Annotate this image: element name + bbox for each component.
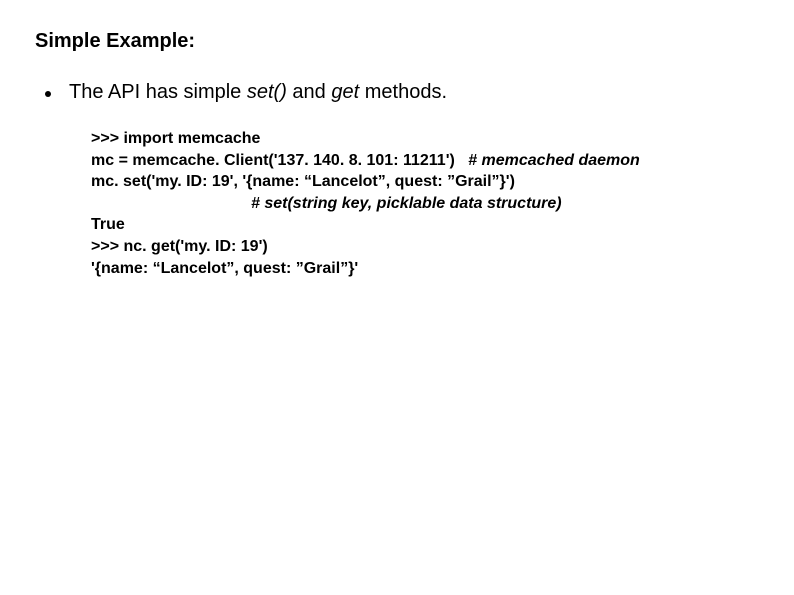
code-line-7: '{name: “Lancelot”, quest: ”Grail”}' <box>91 258 764 280</box>
bullet-text-mid: and <box>287 81 331 103</box>
code-line-5: True <box>91 214 764 236</box>
bullet-text-pre: The API has simple <box>69 81 247 103</box>
code-line-2: mc = memcache. Client('137. 140. 8. 101:… <box>91 150 764 172</box>
bullet-text-post: methods. <box>359 81 447 103</box>
code-line-4: # set(string key, picklable data structu… <box>91 193 764 215</box>
code-line-1: >>> import memcache <box>91 128 764 150</box>
bullet-marker <box>45 91 51 97</box>
slide-heading: Simple Example: <box>35 30 764 53</box>
code-line-2-comment: # memcached daemon <box>468 152 640 169</box>
code-line-2a: mc = memcache. Client('137. 140. 8. 101:… <box>91 152 468 169</box>
code-block: >>> import memcache mc = memcache. Clien… <box>91 128 764 279</box>
bullet-text-em1: set() <box>247 81 287 103</box>
code-line-3: mc. set('my. ID: 19', '{name: “Lancelot”… <box>91 171 764 193</box>
bullet-text: The API has simple set() and get methods… <box>69 81 447 104</box>
bullet-item: The API has simple set() and get methods… <box>45 81 764 104</box>
bullet-text-em2: get <box>331 81 359 103</box>
code-line-6: >>> nc. get('my. ID: 19') <box>91 236 764 258</box>
